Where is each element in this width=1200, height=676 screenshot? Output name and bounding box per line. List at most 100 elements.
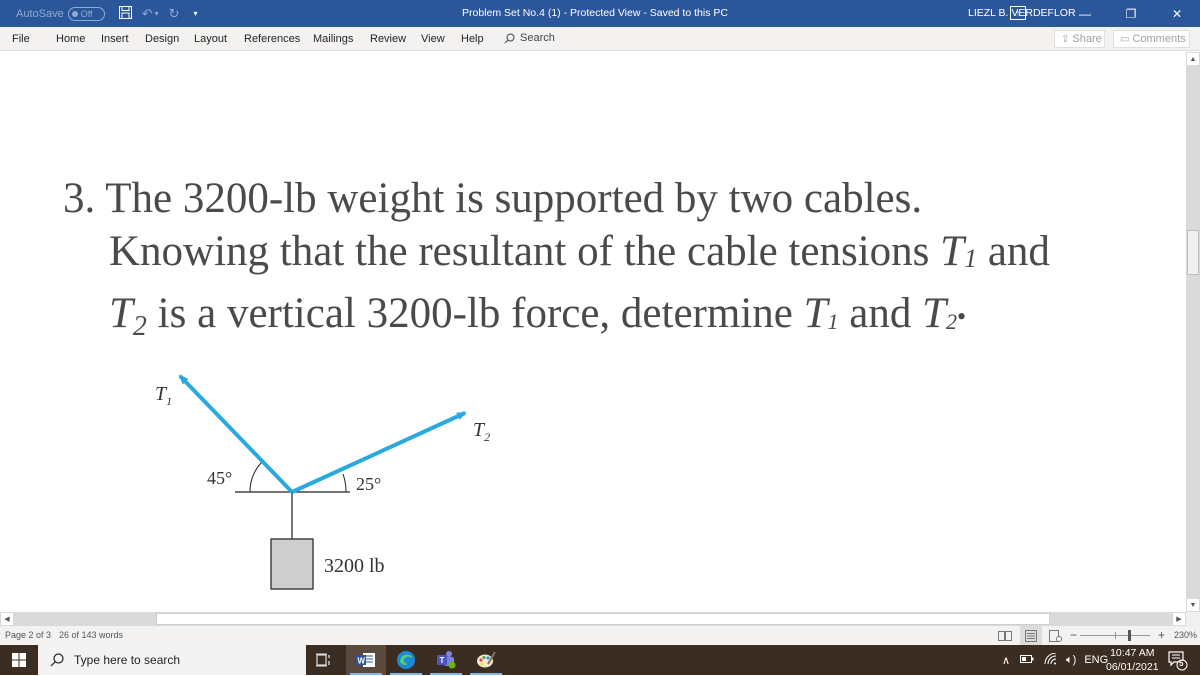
label-t1-sub: 1 [166, 394, 172, 408]
tab-view[interactable]: View [421, 33, 445, 45]
tab-references[interactable]: References [244, 33, 300, 45]
taskbar-paint-app[interactable] [466, 645, 506, 675]
comments-button[interactable]: ▭ Comments [1113, 30, 1190, 48]
task-view-icon [316, 653, 330, 667]
share-icon: ⇪ [1061, 33, 1070, 45]
page-indicator[interactable]: Page 2 of 3 [5, 630, 51, 640]
comment-icon: ▭ [1120, 33, 1130, 45]
zoom-slider-center-tick [1115, 632, 1116, 639]
zoom-in-button[interactable]: + [1158, 628, 1165, 642]
comments-label: Comments [1132, 33, 1186, 45]
notification-count: 5 [1179, 659, 1184, 668]
weight-label: 3200 lb [324, 555, 385, 577]
weight-block [270, 538, 314, 590]
minimize-icon[interactable]: — [1062, 0, 1108, 27]
svg-text:W: W [358, 657, 366, 666]
var-subscript: 2 [946, 309, 958, 334]
taskbar-word-app[interactable]: W [346, 645, 386, 675]
system-tray: ∧ 🔈︎) ENG [1002, 645, 1108, 675]
read-mode-icon[interactable] [994, 626, 1016, 645]
window-controls: — ❐ ✕ [1062, 0, 1200, 27]
variable-t1: T1 [804, 290, 839, 337]
zoom-slider-thumb[interactable] [1128, 630, 1131, 641]
print-layout-icon[interactable] [1020, 626, 1042, 645]
search-label: Search [520, 32, 555, 44]
variable-t2: T2 [922, 290, 957, 337]
show-hidden-icons-icon[interactable]: ∧ [1002, 654, 1010, 667]
edge-icon [397, 651, 415, 669]
taskbar: Type here to search W T ∧ 🔈︎) ENG 10:47 … [0, 645, 1200, 675]
angle-arc-25 [342, 473, 347, 493]
word-count[interactable]: 26 of 143 words [59, 630, 123, 640]
tab-layout[interactable]: Layout [194, 33, 227, 45]
wifi-icon[interactable] [1044, 652, 1058, 668]
clock[interactable]: 10:47 AM 06/01/2021 [1106, 646, 1159, 674]
scrollbar-corner [1186, 612, 1200, 626]
tab-review[interactable]: Review [370, 33, 406, 45]
tab-home[interactable]: Home [56, 33, 85, 45]
problem-line-3: T2 is a vertical 3200-lb force, determin… [109, 292, 966, 341]
task-view-button[interactable] [304, 645, 344, 675]
scroll-up-arrow-icon[interactable]: ▲ [1187, 53, 1199, 65]
var-subscript: 1 [827, 309, 839, 334]
taskbar-search-box[interactable]: Type here to search [38, 645, 306, 675]
label-t1: T1 [155, 383, 172, 408]
share-label: Share [1072, 33, 1102, 45]
horizontal-scroll-thumb[interactable] [156, 613, 1050, 625]
vertical-scrollbar[interactable]: ▲ ▼ [1186, 52, 1200, 612]
horizontal-scrollbar[interactable]: ◀ ▶ [0, 612, 1186, 626]
scroll-left-arrow-icon[interactable]: ◀ [1, 613, 13, 625]
share-button[interactable]: ⇪ Share [1054, 30, 1105, 48]
tab-insert[interactable]: Insert [101, 33, 129, 45]
paint-icon [477, 651, 496, 668]
action-center-button[interactable]: 5 [1167, 649, 1189, 671]
ribbon-tabs: File Home Insert Design Layout Reference… [0, 27, 1200, 51]
label-t2: T2 [473, 419, 490, 444]
variable-t2: T2 [109, 290, 147, 341]
word-icon: W [356, 653, 375, 667]
document-canvas[interactable]: 3. The 3200-lb weight is supported by tw… [0, 52, 1186, 612]
web-layout-icon[interactable] [1044, 626, 1066, 645]
svg-text:T: T [440, 656, 445, 665]
cable-diagram: T1 T2 45° 25° 3200 lb [155, 374, 490, 590]
vertical-scroll-thumb[interactable] [1187, 230, 1199, 275]
start-button[interactable] [0, 645, 38, 675]
angle-label-45: 45° [207, 468, 232, 488]
windows-logo-icon [12, 653, 26, 667]
scroll-right-arrow-icon[interactable]: ▶ [1173, 613, 1185, 625]
ribbon-display-icon[interactable]: ↑ [1010, 6, 1026, 20]
search-icon [504, 33, 515, 44]
taskbar-edge-app[interactable] [386, 645, 426, 675]
var-letter: T [922, 290, 947, 337]
problem-text-2b: and [977, 228, 1050, 275]
taskbar-teams-app[interactable]: T [426, 645, 466, 675]
problem-number: 3. [63, 175, 96, 222]
language-indicator[interactable]: ENG [1084, 654, 1108, 666]
var-letter: T [803, 290, 828, 337]
tab-help[interactable]: Help [461, 33, 484, 45]
problem-text-3b: and [838, 290, 923, 337]
clock-time: 10:47 AM [1110, 647, 1155, 659]
tab-mailings[interactable]: Mailings [313, 33, 353, 45]
var-subscript: 1 [964, 244, 978, 273]
status-bar: Page 2 of 3 26 of 143 words − + 230% [0, 626, 1200, 645]
var-subscript: 2 [132, 311, 147, 342]
scroll-down-arrow-icon[interactable]: ▼ [1187, 599, 1199, 611]
volume-icon[interactable]: 🔈︎) [1066, 654, 1076, 667]
battery-icon[interactable] [1020, 654, 1034, 666]
variable-t1: T1 [940, 228, 977, 275]
search-tab[interactable]: Search [504, 32, 555, 44]
close-icon[interactable]: ✕ [1154, 0, 1200, 27]
angle-label-25: 25° [356, 474, 381, 494]
var-letter: T [109, 290, 133, 337]
restore-icon[interactable]: ❐ [1108, 0, 1154, 27]
zoom-out-button[interactable]: − [1070, 628, 1077, 642]
tab-file[interactable]: File [12, 33, 30, 45]
title-bar: AutoSave Off ↶ ▾ ↻ ▾ Problem Set No.4 (1… [0, 0, 1200, 27]
taskbar-search-placeholder: Type here to search [74, 653, 181, 667]
angle-arc-45 [249, 461, 263, 493]
cable-t1-arrow [178, 374, 294, 494]
zoom-level[interactable]: 230% [1174, 630, 1197, 640]
problem-line-2: Knowing that the resultant of the cable … [109, 230, 1050, 273]
tab-design[interactable]: Design [145, 33, 179, 45]
